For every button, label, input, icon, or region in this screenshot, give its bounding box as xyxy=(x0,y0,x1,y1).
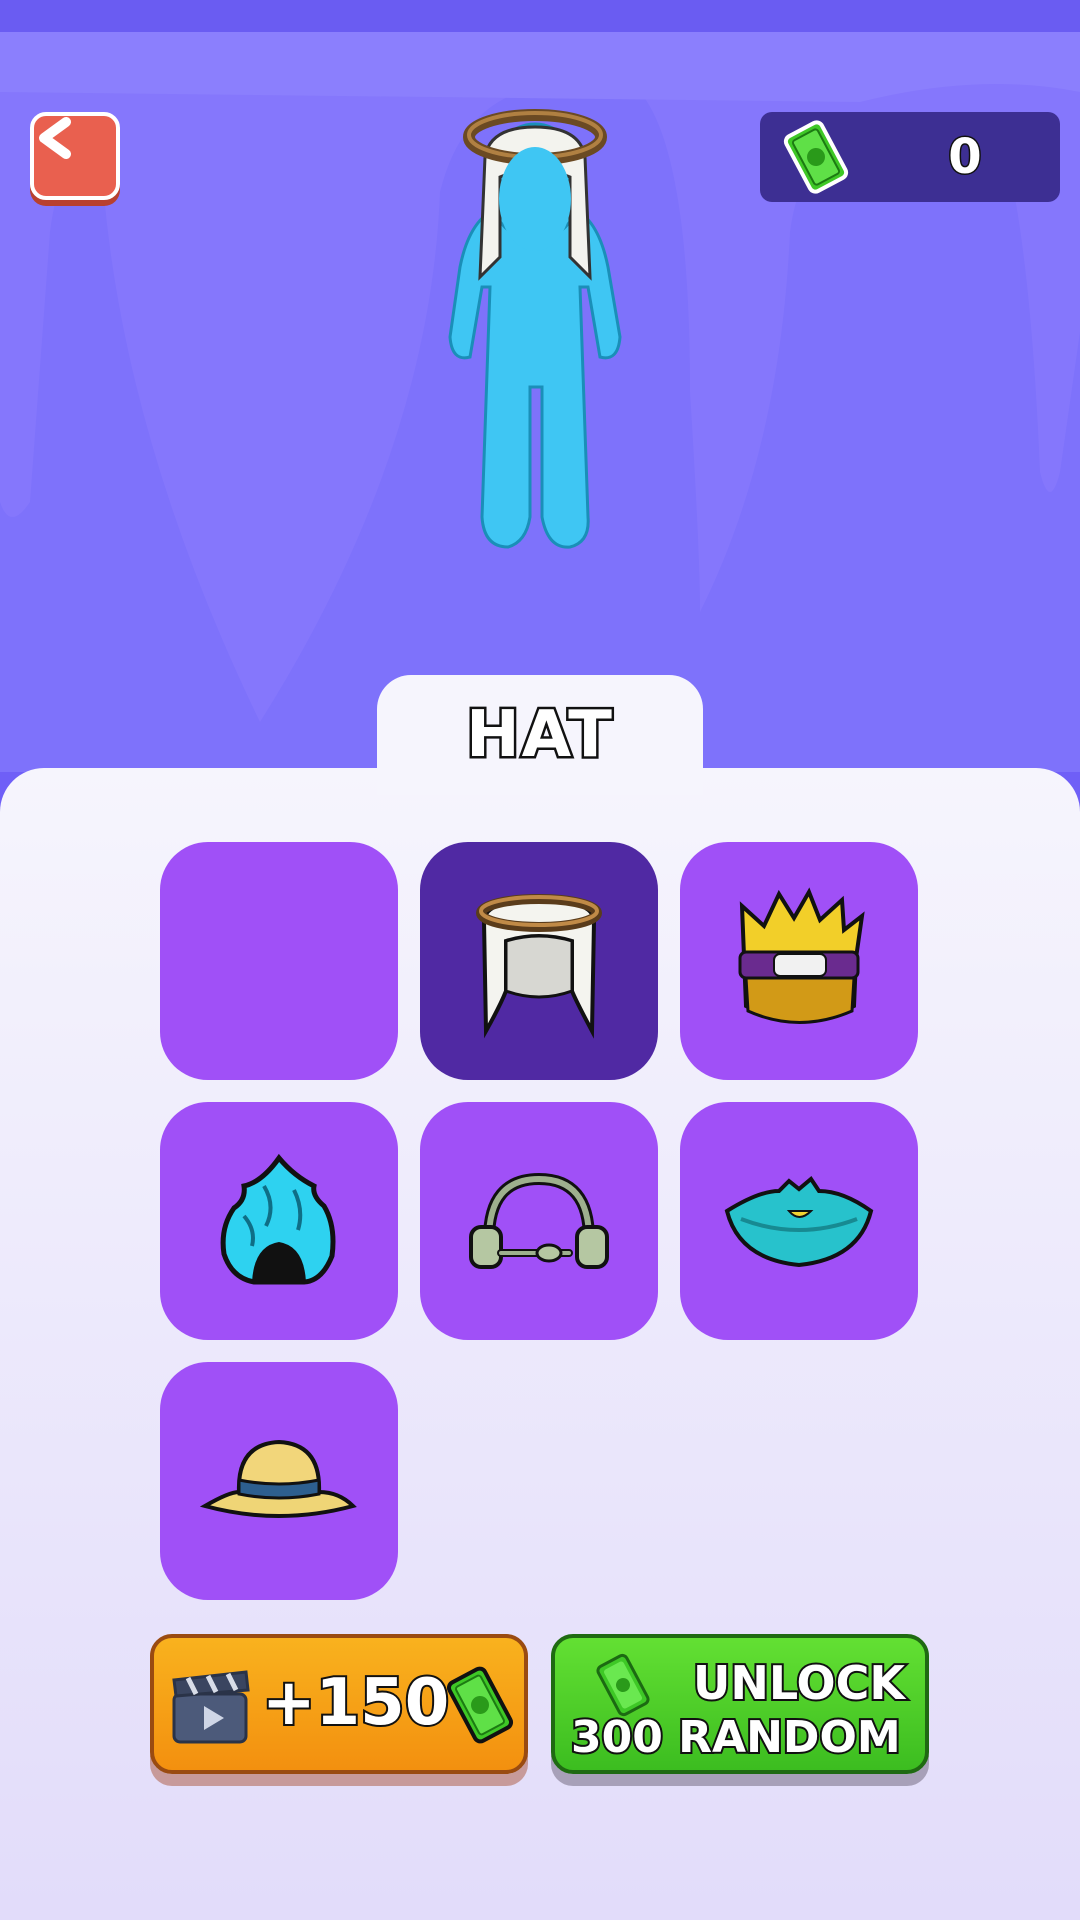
tab-hat[interactable]: HAT xyxy=(377,675,703,795)
character-figure xyxy=(448,109,622,549)
chevron-left-icon xyxy=(39,117,71,159)
item-slot-straw-hat[interactable] xyxy=(160,1362,398,1600)
keffiyeh-hat-icon xyxy=(476,894,602,1039)
tricorn-hat-icon xyxy=(724,1176,874,1268)
currency-amount: 0 xyxy=(947,128,983,187)
item-grid xyxy=(160,842,920,1600)
tab-label: HAT xyxy=(464,696,615,775)
unlock-cost-label: 300 RANDOM xyxy=(569,1710,903,1765)
character-preview-scene: 0 xyxy=(0,32,1080,772)
currency-display: 0 xyxy=(760,112,1060,202)
back-button[interactable] xyxy=(30,112,120,200)
item-slot-empty[interactable] xyxy=(160,842,398,1080)
clapperboard-icon xyxy=(168,1668,252,1752)
unlock-label: UNLOCK xyxy=(691,1654,907,1712)
watch-ad-reward-button[interactable]: +150 xyxy=(150,1634,528,1774)
top-band xyxy=(0,0,1080,32)
item-slot-tricorn-hat[interactable] xyxy=(680,1102,918,1340)
spiky-hair-headband-icon xyxy=(738,887,865,1024)
straw-hat-icon xyxy=(199,1439,357,1518)
ad-reward-amount: +150 xyxy=(260,1664,451,1742)
item-slot-keffiyeh[interactable] xyxy=(420,842,658,1080)
item-slot-spiky-hair[interactable] xyxy=(680,842,918,1080)
blue-flame-hair-icon xyxy=(220,1153,336,1285)
headset-icon xyxy=(469,1172,609,1269)
item-slot-headset[interactable] xyxy=(420,1102,658,1340)
unlock-random-button[interactable]: UNLOCK 300 RANDOM xyxy=(551,1634,929,1774)
cash-icon xyxy=(444,1664,516,1750)
item-slot-blue-flame-hair[interactable] xyxy=(160,1102,398,1340)
